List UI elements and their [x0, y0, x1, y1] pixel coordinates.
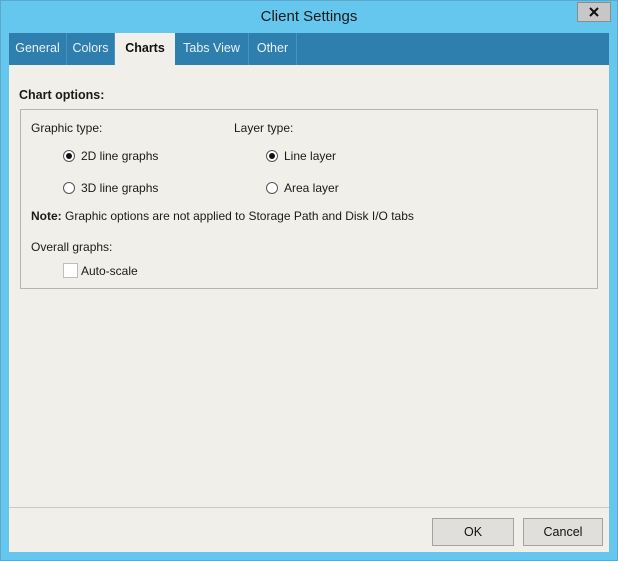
title-bar[interactable]: Client Settings: [1, 1, 617, 33]
tab-charts[interactable]: Charts: [115, 33, 175, 66]
tab-general[interactable]: General: [9, 33, 67, 65]
radio-line-layer-label[interactable]: Line layer: [284, 149, 336, 163]
tab-other[interactable]: Other: [249, 33, 297, 65]
client-settings-window: Client Settings General Colors Charts Ta…: [0, 0, 618, 561]
tab-bar: General Colors Charts Tabs View Other: [9, 33, 609, 66]
cancel-button[interactable]: Cancel: [523, 518, 603, 546]
radio-3d-line-graphs-label[interactable]: 3D line graphs: [81, 181, 158, 195]
radio-2d-line-graphs-label[interactable]: 2D line graphs: [81, 149, 158, 163]
window-title: Client Settings: [260, 8, 358, 25]
tab-colors[interactable]: Colors: [67, 33, 115, 65]
radio-line-layer[interactable]: [266, 150, 278, 162]
radio-area-layer[interactable]: [266, 182, 278, 194]
graphic-type-label: Graphic type:: [31, 121, 103, 135]
close-icon: [589, 7, 599, 17]
note-text: Note: Graphic options are not applied to…: [31, 209, 414, 223]
ok-button[interactable]: OK: [432, 518, 514, 546]
note-message: Graphic options are not applied to Stora…: [65, 209, 414, 223]
tab-tabs-view[interactable]: Tabs View: [175, 33, 249, 65]
radio-3d-line-graphs[interactable]: [63, 182, 75, 194]
overall-graphs-label: Overall graphs:: [31, 240, 113, 254]
radio-area-layer-label[interactable]: Area layer: [284, 181, 339, 195]
chart-options-heading: Chart options:: [19, 88, 105, 102]
radio-2d-line-graphs[interactable]: [63, 150, 75, 162]
auto-scale-label[interactable]: Auto-scale: [81, 264, 138, 278]
auto-scale-checkbox[interactable]: [63, 263, 78, 278]
close-button[interactable]: [577, 2, 611, 22]
note-label: Note:: [31, 209, 62, 223]
charts-tab-panel: Chart options: Graphic type: Layer type:…: [9, 65, 609, 507]
dialog-footer: OK Cancel: [9, 507, 609, 552]
layer-type-label: Layer type:: [234, 121, 294, 135]
chart-options-group: Graphic type: Layer type: 2D line graphs…: [20, 109, 598, 289]
